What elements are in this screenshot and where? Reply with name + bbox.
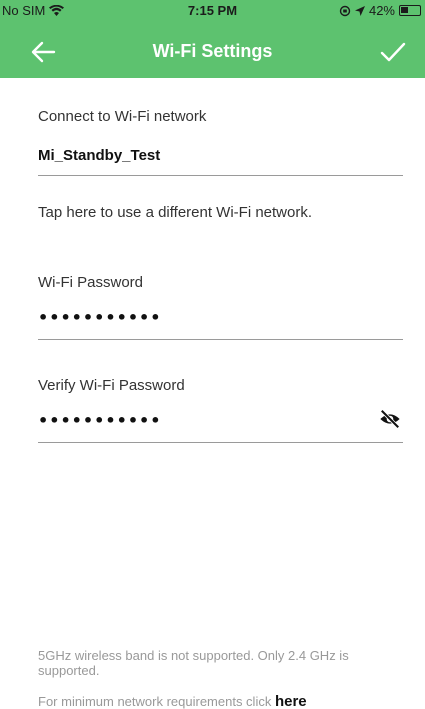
- password-label: Wi-Fi Password: [38, 274, 144, 291]
- orientation-lock-icon: [339, 5, 351, 16]
- network-name-field[interactable]: Mi_Standby_Test: [38, 147, 403, 164]
- verify-password-underline: [38, 442, 403, 443]
- status-right: 42%: [339, 3, 421, 18]
- verify-password-section: Verify Wi-Fi Password •••••••••••: [38, 377, 403, 443]
- change-network-link[interactable]: Tap here to use a different Wi-Fi networ…: [38, 204, 403, 221]
- verify-password-input[interactable]: •••••••••••: [38, 406, 403, 434]
- requirements-prefix: For minimum network requirements click: [38, 694, 272, 709]
- verify-password-label: Verify Wi-Fi Password: [38, 377, 185, 394]
- password-value: •••••••••••: [38, 307, 162, 327]
- app-header: No SIM 7:15 PM 42% Wi-Fi Settings: [0, 0, 425, 78]
- status-bar: No SIM 7:15 PM 42%: [0, 0, 425, 22]
- network-underline: [38, 175, 403, 176]
- battery-icon: [399, 5, 421, 16]
- battery-percent: 42%: [368, 3, 395, 18]
- eye-off-icon[interactable]: [379, 408, 401, 430]
- verify-password-value: •••••••••••: [38, 410, 162, 430]
- nav-bar: Wi-Fi Settings: [0, 28, 425, 74]
- location-icon: [354, 5, 365, 16]
- network-label: Connect to Wi-Fi network: [38, 108, 207, 125]
- password-input[interactable]: •••••••••••: [38, 303, 403, 331]
- password-section: Wi-Fi Password •••••••••••: [38, 274, 403, 340]
- requirements-note: For minimum network requirements click h…: [38, 693, 398, 709]
- band-note: 5GHz wireless band is not supported. Onl…: [38, 648, 349, 678]
- network-section: Connect to Wi-Fi network Mi_Standby_Test…: [38, 108, 403, 221]
- page-title: Wi-Fi Settings: [152, 41, 273, 61]
- password-underline: [38, 339, 403, 340]
- check-icon[interactable]: [379, 40, 407, 64]
- requirements-link[interactable]: here: [275, 693, 307, 709]
